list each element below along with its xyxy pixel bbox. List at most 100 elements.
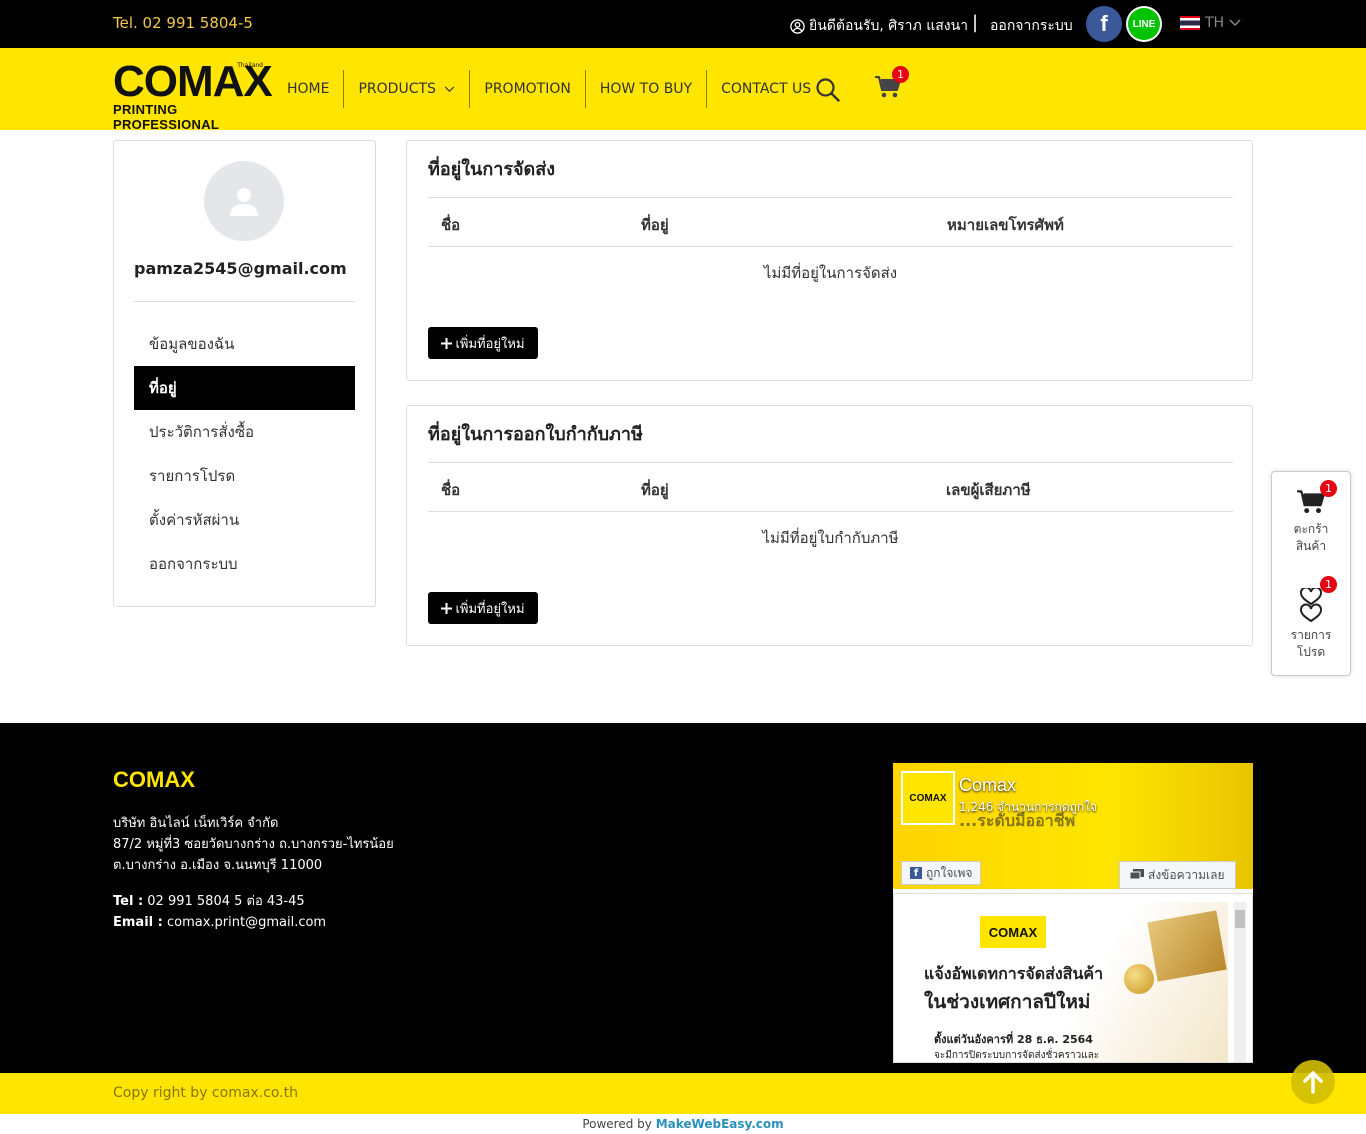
powered-by: Powered by MakeWebEasy.com bbox=[0, 1114, 1366, 1134]
line-label: LINE bbox=[1128, 8, 1160, 40]
floating-shortcuts: ตะกร้า สินค้า 1 รายการ โปรด 1 bbox=[1271, 471, 1351, 676]
tel-label: Tel : bbox=[113, 894, 144, 909]
post-image: COMAX แจ้งอัพเดทการจัดส่งสินค้า ในช่วงเท… bbox=[902, 902, 1228, 1062]
welcome-user[interactable]: ยินดีต้อนรับ, ศิราภ แสงนา bbox=[790, 15, 968, 37]
account-menu: ข้อมูลของฉัน ที่อยู่ ประวัติการสั่งซื้อ … bbox=[134, 322, 355, 586]
tax-title: ที่อยู่ในการออกใบกำกับภาษี bbox=[428, 424, 643, 445]
comax-logo[interactable]: COMAX PRINTING PROFESSIONAL Thailand bbox=[113, 60, 273, 133]
scrollbar[interactable] bbox=[1234, 902, 1246, 1062]
main-navbar: COMAX PRINTING PROFESSIONAL Thailand HOM… bbox=[0, 48, 1366, 133]
user-icon bbox=[230, 188, 258, 216]
send-message-button[interactable]: ส่งข้อความเลย bbox=[1119, 861, 1236, 889]
nav-contact-us[interactable]: CONTACT US bbox=[706, 70, 825, 108]
logo-subtitle: PRINTING PROFESSIONAL bbox=[113, 102, 220, 132]
facebook-post[interactable]: COMAX แจ้งอัพเดทการจัดส่งสินค้า ในช่วงเท… bbox=[893, 893, 1253, 1063]
column-header-phone: หมายเลขโทรศัพท์ bbox=[947, 216, 1064, 234]
welcome-text: ยินดีต้อนรับ, ศิราภ แสงนา bbox=[809, 18, 969, 34]
chevron-down-icon bbox=[445, 86, 455, 93]
avatar bbox=[204, 161, 284, 241]
post-logo: COMAX bbox=[980, 916, 1046, 948]
shipping-table-header: ชื่อ ที่อยู่ หมายเลขโทรศัพท์ bbox=[428, 197, 1233, 247]
search-icon bbox=[816, 78, 840, 102]
floating-cart-label-2: สินค้า bbox=[1295, 539, 1327, 553]
facebook-icon[interactable]: f bbox=[1086, 6, 1122, 42]
nav-how-to-buy[interactable]: HOW TO BUY bbox=[584, 70, 706, 108]
hearts-icon bbox=[1300, 586, 1322, 623]
column-header-address: ที่อยู่ bbox=[641, 481, 669, 499]
shipping-title: ที่อยู่ในการจัดส่ง bbox=[428, 159, 556, 180]
column-header-address: ที่อยู่ bbox=[641, 216, 669, 234]
nav-home[interactable]: HOME bbox=[273, 70, 343, 108]
floating-wishlist-label-1: รายการ bbox=[1290, 628, 1332, 642]
chevron-down-icon bbox=[1229, 19, 1241, 27]
like-page-label: ถูกใจเพจ bbox=[926, 865, 973, 880]
logout-link[interactable]: ออกจากระบบ bbox=[990, 15, 1073, 37]
plus-icon bbox=[441, 337, 453, 349]
gift-box-image bbox=[1147, 910, 1227, 982]
ornament-image bbox=[1124, 964, 1154, 994]
footer: COMAX บริษัท อินไลน์ เน็ทเวิร์ค จำกัด 87… bbox=[0, 723, 1366, 1073]
sidebar-item-password[interactable]: ตั้งค่ารหัสผ่าน bbox=[134, 498, 355, 542]
copyright-bar: Copy right by comax.co.th bbox=[0, 1073, 1366, 1114]
message-icon bbox=[1130, 869, 1144, 880]
post-line-1: แจ้งอัพเดทการจัดส่งสินค้า bbox=[924, 964, 1104, 983]
address-line-2: ต.บางกร่าง อ.เมือง จ.นนทบุรี 11000 bbox=[113, 858, 323, 873]
back-to-top-button[interactable] bbox=[1291, 1060, 1335, 1104]
add-shipping-address-button[interactable]: เพิ่มที่อยู่ใหม่ bbox=[428, 327, 538, 359]
line-icon[interactable]: LINE bbox=[1126, 6, 1162, 42]
post-line-2: ในช่วงเทศกาลปีใหม่ bbox=[924, 991, 1091, 1013]
page-profile-logo[interactable]: COMAX bbox=[901, 771, 955, 825]
floating-wishlist-label-2: โปรด bbox=[1296, 645, 1326, 659]
sidebar-item-logout[interactable]: ออกจากระบบ bbox=[134, 542, 355, 586]
floating-wishlist-button[interactable]: รายการ โปรด 1 bbox=[1272, 576, 1350, 661]
sidebar-item-profile[interactable]: ข้อมูลของฉัน bbox=[134, 322, 355, 366]
logo-tm: Thailand bbox=[237, 62, 263, 69]
tax-address-card: ที่อยู่ในการออกใบกำกับภาษี ชื่อ ที่อยู่ … bbox=[406, 405, 1253, 646]
search-button[interactable] bbox=[815, 77, 841, 107]
floating-wishlist-badge: 1 bbox=[1320, 576, 1337, 593]
sidebar-item-address[interactable]: ที่อยู่ bbox=[134, 366, 355, 410]
column-header-name: ชื่อ bbox=[441, 216, 461, 234]
shipping-address-card: ที่อยู่ในการจัดส่ง ชื่อ ที่อยู่ หมายเลขโ… bbox=[406, 140, 1253, 381]
footer-brand: COMAX bbox=[113, 767, 195, 792]
divider: | bbox=[972, 12, 979, 33]
language-label: TH bbox=[1205, 15, 1225, 31]
facebook-page-widget[interactable]: ...ระดับมืออาชีพ COMAX Comax 1,246 จำนวน… bbox=[893, 763, 1253, 1063]
plus-icon bbox=[441, 602, 453, 614]
tax-empty-message: ไม่มีที่อยู่ใบกำกับภาษี bbox=[762, 529, 899, 547]
nav-promotion[interactable]: PROMOTION bbox=[469, 70, 584, 108]
shipping-empty-message: ไม่มีที่อยู่ในการจัดส่ง bbox=[763, 264, 898, 282]
cart-count-badge: 1 bbox=[892, 66, 909, 83]
tel-value[interactable]: 02 991 5804 5 ต่อ 43-45 bbox=[147, 894, 304, 909]
address-line-1: 87/2 หมู่ที่3 ซอยวัดบางกร่าง ถ.บางกรวย-ไ… bbox=[113, 837, 394, 852]
email-value[interactable]: comax.print@gmail.com bbox=[167, 915, 326, 930]
phone-number[interactable]: Tel. 02 991 5804-5 bbox=[113, 14, 253, 32]
language-selector[interactable]: TH bbox=[1180, 15, 1241, 31]
add-tax-address-button[interactable]: เพิ่มที่อยู่ใหม่ bbox=[428, 592, 538, 624]
add-shipping-label: เพิ่มที่อยู่ใหม่ bbox=[455, 336, 525, 352]
company-name: บริษัท อินไลน์ เน็ทเวิร์ค จำกัด bbox=[113, 816, 279, 831]
column-header-name: ชื่อ bbox=[441, 481, 461, 499]
scrollbar-thumb[interactable] bbox=[1235, 910, 1245, 928]
like-page-button[interactable]: f ถูกใจเพจ bbox=[901, 861, 982, 885]
nav-products[interactable]: PRODUCTS bbox=[343, 70, 469, 108]
sidebar-item-order-history[interactable]: ประวัติการสั่งซื้อ bbox=[134, 410, 355, 454]
sidebar-item-wishlist[interactable]: รายการโปรด bbox=[134, 454, 355, 498]
thai-flag-icon bbox=[1180, 16, 1200, 30]
powered-prefix: Powered by bbox=[582, 1117, 652, 1131]
email-label: Email : bbox=[113, 915, 163, 930]
user-email: pamza2545@gmail.com bbox=[134, 259, 347, 278]
footer-contact: Tel : 02 991 5804 5 ต่อ 43-45 Email : co… bbox=[113, 891, 326, 933]
column-header-tax-id: เลขผู้เสียภาษี bbox=[946, 481, 1031, 499]
tax-table-header: ชื่อ ที่อยู่ เลขผู้เสียภาษี bbox=[428, 462, 1233, 512]
top-bar: Tel. 02 991 5804-5 ยินดีต้อนรับ, ศิราภ แ… bbox=[0, 0, 1366, 48]
facebook-icon: f bbox=[910, 867, 922, 879]
nav-menu: HOME PRODUCTS PROMOTION HOW TO BUY CONTA… bbox=[273, 70, 825, 108]
facebook-cover[interactable]: ...ระดับมืออาชีพ COMAX Comax 1,246 จำนวน… bbox=[893, 763, 1253, 889]
powered-brand-link[interactable]: MakeWebEasy.com bbox=[656, 1117, 784, 1131]
cart-button[interactable]: 1 bbox=[874, 66, 909, 104]
facebook-page-name[interactable]: Comax bbox=[959, 775, 1016, 796]
floating-cart-button[interactable]: ตะกร้า สินค้า 1 bbox=[1272, 480, 1350, 555]
floating-cart-badge: 1 bbox=[1320, 480, 1337, 497]
divider bbox=[134, 301, 355, 302]
